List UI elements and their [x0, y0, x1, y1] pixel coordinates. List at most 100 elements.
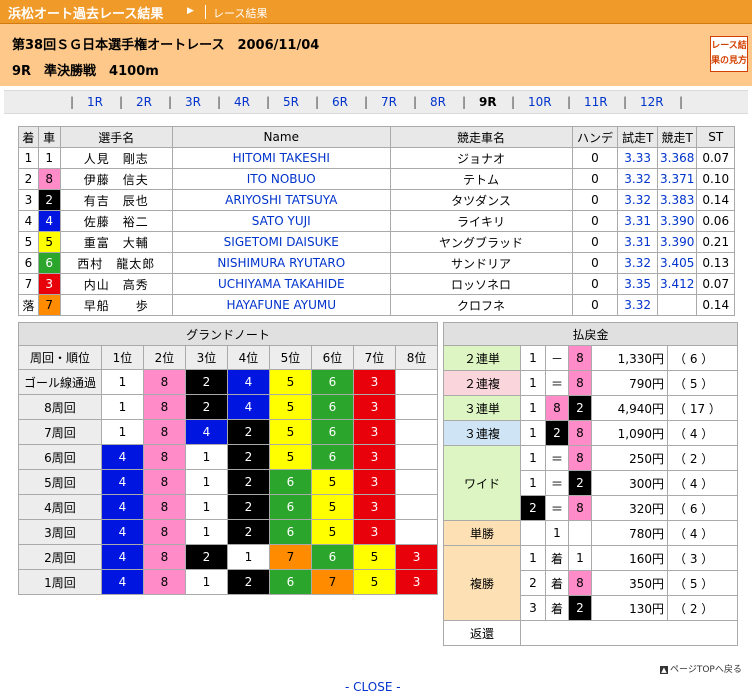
start-timing: 0.07	[696, 273, 735, 295]
grand-note-header-cell: 5位	[269, 345, 312, 370]
position-car: 5	[311, 494, 354, 520]
bet-type-label: ２連単	[443, 345, 521, 371]
payout-car: 1	[568, 545, 592, 571]
payout-popularity: （ 3 ）	[666, 545, 739, 571]
finish-rank: 2	[18, 168, 39, 190]
page-top-link[interactable]: ▲ ページTOPへ戻る	[660, 662, 742, 675]
position-car: 1	[101, 369, 144, 395]
finish-rank: 1	[18, 147, 39, 169]
race-link-7r[interactable]: 7R	[381, 95, 397, 109]
grand-note-header-row: 周回・順位 1位 2位 3位 4位 5位 6位 7位 8位	[18, 345, 439, 370]
close-link[interactable]: - CLOSE -	[345, 680, 401, 694]
grand-note-header-cell: 3位	[185, 345, 228, 370]
rider-name-en: HITOMI TAKESHI	[172, 147, 391, 169]
race-link-8r[interactable]: 8R	[430, 95, 446, 109]
position-car	[394, 519, 439, 545]
rider-name-en: ITO NOBUO	[172, 168, 391, 190]
trial-time: 3.32	[617, 294, 658, 316]
payout-row: 返還	[443, 620, 739, 646]
grand-note-header-cell: 8位	[394, 345, 439, 370]
bet-type-label: ３連単	[443, 395, 521, 421]
payout-rank: 3	[520, 595, 546, 621]
position-car: 3	[394, 544, 439, 570]
nav-separator: |	[623, 95, 628, 109]
grand-note-header-cell: 6位	[311, 345, 354, 370]
top-bar: 浜松オート過去レース結果 ▶ レース結果	[0, 0, 752, 24]
position-car: 2	[227, 569, 270, 595]
lap-label: 4周回	[18, 494, 102, 520]
race-link-5r[interactable]: 5R	[283, 95, 299, 109]
car-number: 3	[37, 273, 61, 295]
grand-note-table: グランドノート 周回・順位 1位 2位 3位 4位 5位 6位 7位 8位 ゴール線通過 1 8 2 4 5 6…	[17, 322, 439, 595]
position-car: 1	[185, 494, 228, 520]
race-link-10r[interactable]: 10R	[528, 95, 552, 109]
rider-name: 佐藤 裕二	[59, 210, 174, 232]
position-car: 2	[227, 469, 270, 495]
payout-car: 2	[545, 420, 569, 446]
position-car: 4	[101, 569, 144, 595]
payout-amount: 1,090円	[591, 420, 668, 446]
position-car: 1	[185, 444, 228, 470]
payout-car: 8	[568, 445, 592, 471]
payout-rank: 1	[520, 545, 546, 571]
results-header-cell: 試走T	[617, 126, 658, 148]
result-row: 落 7 早船 歩 HAYAFUNE AYUMU クロフネ 0 3.32 0.14	[18, 294, 735, 316]
start-timing: 0.07	[696, 147, 735, 169]
position-car: 5	[311, 519, 354, 545]
position-car: 4	[101, 444, 144, 470]
finish-rank: 4	[18, 210, 39, 232]
payout-row: ２連単 1 － 8 1,330円（ 6 ）	[443, 345, 739, 371]
finish-rank: 3	[18, 189, 39, 211]
payout-car: 8	[568, 345, 592, 371]
position-car: 1	[101, 419, 144, 445]
lap-label: 7周回	[18, 419, 102, 445]
position-car	[394, 444, 439, 470]
result-row: 4 4 佐藤 裕二 SATO YUJI ライキリ 0 3.31 3.390 0.06	[18, 210, 735, 232]
position-car: 7	[311, 569, 354, 595]
payout-chaku: 着	[545, 570, 569, 596]
result-guide-button[interactable]: レース結果の見方	[710, 36, 748, 72]
race-link-11r[interactable]: 11R	[584, 95, 608, 109]
car-number: 1	[37, 147, 61, 169]
payout-symbol: ＝	[545, 445, 569, 471]
rider-name-en: ARIYOSHI TATSUYA	[172, 189, 391, 211]
race-time: 3.368	[656, 147, 698, 169]
race-link-4r[interactable]: 4R	[234, 95, 250, 109]
payout-table: 払戻金 ２連単 1 － 8 1,330円（ 6 ） ２連複 1 ＝ 8 790円（ 5 ） ３連単 1 8…	[442, 322, 739, 646]
grand-note-header-cell: 周回・順位	[18, 345, 102, 370]
finish-rank: 落	[18, 294, 39, 316]
nav-separator: |	[315, 95, 320, 109]
result-row: 3 2 有吉 辰也 ARIYOSHI TATSUYA タツダンス 0 3.32 3.383 0.…	[18, 189, 735, 211]
position-car: 4	[185, 419, 228, 445]
trial-time: 3.33	[617, 147, 658, 169]
race-time: 3.405	[656, 252, 698, 274]
grand-note-title-row: グランドノート	[17, 322, 439, 346]
position-car: 8	[143, 469, 186, 495]
lap-label: 8周回	[18, 394, 102, 420]
race-link-2r[interactable]: 2R	[136, 95, 152, 109]
position-car: 5	[353, 569, 396, 595]
payout-symbol: ＝	[545, 470, 569, 496]
position-car: 3	[353, 394, 396, 420]
position-car: 6	[269, 569, 312, 595]
bike-name: サンドリア	[389, 252, 573, 274]
grand-note-header-cell: 2位	[143, 345, 186, 370]
race-link-6r[interactable]: 6R	[332, 95, 348, 109]
bet-type-label: ワイド	[443, 445, 521, 521]
position-car: 5	[269, 369, 312, 395]
payout-popularity: （ 17 ）	[666, 395, 739, 421]
grand-note-title: グランドノート	[17, 322, 439, 346]
position-car: 6	[269, 469, 312, 495]
race-link-3r[interactable]: 3R	[185, 95, 201, 109]
payout-empty	[520, 520, 546, 546]
nav-separator: |	[266, 95, 271, 109]
position-car: 2	[227, 494, 270, 520]
race-link-1r[interactable]: 1R	[87, 95, 103, 109]
grand-note-row: 1周回 4 8 1 2 6 7 5 3	[18, 569, 439, 595]
trial-time: 3.31	[617, 231, 658, 253]
race-link-12r[interactable]: 12R	[640, 95, 664, 109]
handicap: 0	[571, 231, 619, 253]
payout-amount: 790円	[591, 370, 668, 396]
grand-note-row: 2周回 4 8 2 1 7 6 5 3	[18, 544, 439, 570]
position-car: 3	[353, 469, 396, 495]
